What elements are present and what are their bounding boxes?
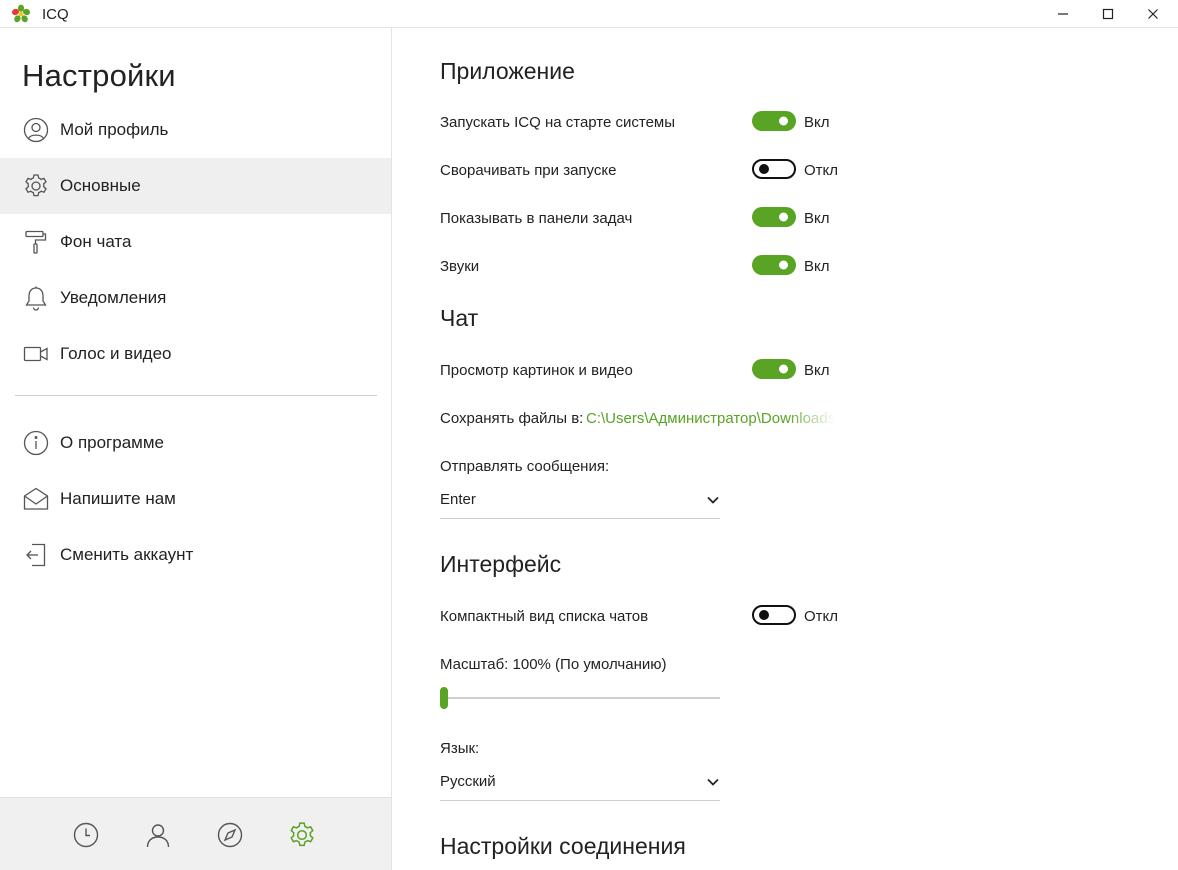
sidebar-item-chat-background[interactable]: Фон чата (0, 214, 391, 270)
maximize-button[interactable] (1085, 0, 1131, 28)
sidebar-item-notifications[interactable]: Уведомления (0, 270, 391, 326)
language-value: Русский (440, 773, 496, 790)
tab-discover[interactable] (215, 820, 245, 850)
autostart-toggle[interactable] (752, 111, 796, 131)
close-icon (1148, 9, 1158, 19)
sidebar-item-label: Мой профиль (60, 120, 169, 139)
tab-settings[interactable] (287, 820, 317, 850)
sidebar-item-my-profile[interactable]: Мой профиль (0, 102, 391, 158)
gear-icon (23, 173, 49, 199)
bottom-tab-bar (0, 797, 391, 870)
sidebar-item-label: О программе (60, 433, 165, 452)
setting-label-minimize-on-start: Сворачивать при запуске (440, 162, 617, 179)
tab-contacts[interactable] (143, 820, 173, 850)
sidebar-item-label: Основные (60, 176, 141, 195)
setting-label-autostart: Запускать ICQ на старте системы (440, 114, 676, 131)
sidebar-divider (15, 395, 377, 396)
sidebar-item-about[interactable]: О программе (0, 415, 391, 471)
sidebar-item-label: Сменить аккаунт (60, 545, 194, 564)
info-icon (23, 430, 49, 456)
sign-out-icon (23, 542, 49, 568)
sidebar-item-general[interactable]: Основные (0, 158, 391, 214)
clock-icon (73, 822, 99, 848)
section-title-chat: Чат (440, 305, 479, 331)
setting-label-save-files: Сохранять файлы в: (440, 410, 584, 427)
section-title-application: Приложение (440, 58, 575, 84)
minimize-on-start-state: Откл (804, 162, 839, 179)
compass-icon (217, 822, 243, 848)
setting-label-media-preview: Просмотр картинок и видео (440, 362, 633, 379)
minimize-icon (1058, 13, 1068, 15)
show-in-taskbar-state: Вкл (804, 210, 830, 227)
sidebar-item-write-us[interactable]: Напишите нам (0, 471, 391, 527)
sidebar-item-label: Напишите нам (60, 489, 176, 508)
envelope-icon (23, 486, 49, 512)
slider-thumb[interactable] (440, 687, 448, 709)
minimize-button[interactable] (1040, 0, 1086, 28)
maximize-icon (1102, 8, 1114, 20)
contacts-icon (146, 824, 170, 848)
compact-chat-list-state: Откл (804, 608, 839, 625)
setting-label-compact-chat-list: Компактный вид списка чатов (440, 608, 649, 625)
setting-label-scale: Масштаб: 100% (По умолчанию) (440, 656, 667, 673)
setting-label-send-messages: Отправлять сообщения: (440, 458, 610, 475)
autostart-state: Вкл (804, 114, 830, 131)
paint-roller-icon (23, 229, 49, 255)
icq-flower-icon (11, 4, 31, 24)
media-preview-toggle[interactable] (752, 359, 796, 379)
setting-label-show-in-taskbar: Показывать в панели задач (440, 210, 633, 227)
toggle-knob (779, 116, 788, 126)
show-in-taskbar-toggle[interactable] (752, 207, 796, 227)
scale-slider[interactable] (440, 686, 720, 710)
toggle-knob (759, 164, 769, 174)
compact-chat-list-toggle[interactable] (752, 605, 796, 625)
settings-content: Приложение Запускать ICQ на старте систе… (392, 28, 1178, 870)
tab-recents[interactable] (71, 820, 101, 850)
toggle-knob (779, 260, 788, 270)
media-preview-state: Вкл (804, 362, 830, 379)
save-files-path-link[interactable]: C:\Users\Администратор\Downloads (586, 410, 836, 427)
section-title-interface: Интерфейс (440, 551, 562, 577)
chevron-down-icon (707, 778, 719, 786)
setting-label-language: Язык: (440, 740, 480, 757)
user-circle-icon (23, 117, 49, 143)
send-messages-value: Enter (440, 491, 476, 508)
toggle-knob (779, 212, 788, 222)
sidebar-item-switch-account[interactable]: Сменить аккаунт (0, 527, 391, 583)
section-title-connection: Настройки соединения (440, 833, 686, 859)
sidebar-title: Настройки (22, 58, 176, 93)
window-title: ICQ (42, 6, 69, 23)
video-camera-icon (23, 341, 49, 367)
settings-sidebar: Настройки Мой профиль Основные Фон чата (0, 28, 392, 870)
close-button[interactable] (1130, 0, 1176, 28)
slider-track (440, 697, 720, 699)
title-bar: ICQ (0, 0, 1178, 28)
toggle-knob (779, 364, 788, 374)
gear-icon (290, 822, 314, 847)
toggle-knob (759, 610, 769, 620)
chevron-down-icon (707, 496, 719, 504)
send-messages-select[interactable]: Enter (440, 485, 720, 519)
language-select[interactable]: Русский (440, 767, 720, 801)
sounds-toggle[interactable] (752, 255, 796, 275)
sidebar-item-label: Фон чата (60, 232, 132, 251)
sidebar-item-label: Уведомления (60, 288, 167, 307)
sidebar-item-label: Голос и видео (60, 344, 172, 363)
sidebar-item-voice-video[interactable]: Голос и видео (0, 326, 391, 382)
bell-icon (23, 285, 49, 311)
setting-label-sounds: Звуки (440, 258, 480, 275)
minimize-on-start-toggle[interactable] (752, 159, 796, 179)
sounds-state: Вкл (804, 258, 830, 275)
